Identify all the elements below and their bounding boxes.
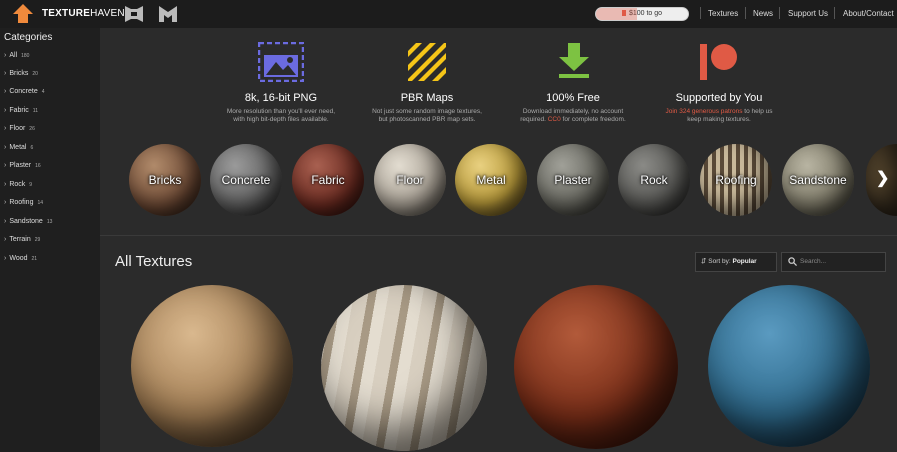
category-label: Rock xyxy=(640,173,668,187)
feature-title: 100% Free xyxy=(546,92,600,104)
section-divider xyxy=(100,235,897,236)
sidebar: Categories › All 180 › Bricks 20 › Concrete 4 … xyxy=(0,28,100,452)
nav-textures[interactable]: Textures xyxy=(708,9,738,18)
sidebar-item-floor[interactable]: › Floor 26 xyxy=(4,125,35,132)
feature-description: Join 324 generous patrons to help us keep… xyxy=(665,108,773,123)
chevron-right-icon: › xyxy=(4,144,7,151)
sidebar-item-fabric[interactable]: › Fabric 11 xyxy=(4,107,38,114)
funding-progress-fill xyxy=(596,8,638,20)
feature-description: Download immediately, no account required… xyxy=(520,108,626,123)
sort-value: Popular xyxy=(732,258,757,265)
category-label: Plaster xyxy=(554,173,592,187)
category-label: Metal xyxy=(476,173,506,187)
sidebar-item-concrete[interactable]: › Concrete 4 xyxy=(4,88,45,95)
chevron-right-icon: › xyxy=(4,181,7,188)
3dmodelhaven-logo-icon[interactable] xyxy=(157,4,179,24)
sort-dropdown[interactable]: ⇵ Sort by: Popular xyxy=(695,252,777,272)
categories-heading: Categories xyxy=(4,32,53,43)
nav-news[interactable]: News xyxy=(753,9,773,18)
feature-resolution: 8k, 16-bit PNG More resolution than you'… xyxy=(206,90,356,124)
chevron-right-icon: › xyxy=(4,107,7,114)
search-input[interactable]: Search... xyxy=(781,252,886,272)
top-bar: TEXTUREHAVEN $100 to go Textures News Su… xyxy=(0,0,897,28)
feature-title: 8k, 16-bit PNG xyxy=(244,92,318,104)
patreon-icon xyxy=(700,44,737,80)
chevron-right-icon: › xyxy=(4,199,7,206)
category-label: Bricks xyxy=(148,173,182,187)
feature-pbr-maps: PBR Maps Not just some random image text… xyxy=(352,90,502,124)
texture-card-wood-planks[interactable] xyxy=(321,285,487,451)
patrons-link[interactable]: Join 324 generous patrons xyxy=(666,108,743,115)
sort-icon: ⇵ xyxy=(701,258,707,265)
funding-goal-bar[interactable]: $100 to go xyxy=(595,7,689,21)
chevron-right-icon: › xyxy=(4,218,7,225)
category-label: Sandstone xyxy=(789,173,847,187)
hdrihaven-logo-icon[interactable] xyxy=(123,4,145,24)
chevron-right-icon: › xyxy=(4,236,7,243)
logo-icon[interactable] xyxy=(12,3,34,25)
sidebar-item-plaster[interactable]: › Plaster 16 xyxy=(4,162,41,169)
sidebar-item-metal[interactable]: › Metal 6 xyxy=(4,144,33,151)
nav-divider xyxy=(745,7,746,19)
nav-divider xyxy=(779,7,780,19)
feature-supported: Supported by You Join 324 generous patro… xyxy=(644,90,794,124)
texture-card-denim[interactable] xyxy=(708,285,870,447)
texture-card-leather[interactable] xyxy=(514,285,678,449)
cc0-link[interactable]: CC0 xyxy=(548,116,561,123)
category-label: Floor xyxy=(396,173,424,187)
search-icon xyxy=(788,257,797,266)
all-textures-heading: All Textures xyxy=(115,253,193,270)
chevron-right-icon: › xyxy=(4,88,7,95)
download-icon xyxy=(559,43,589,78)
category-label: Fabric xyxy=(311,173,345,187)
sidebar-item-sandstone[interactable]: › Sandstone 13 xyxy=(4,218,52,225)
feature-title: PBR Maps xyxy=(400,92,454,104)
feature-description: More resolution than you'll ever need, wi… xyxy=(226,108,336,123)
category-label: Roofing xyxy=(715,173,757,187)
chevron-right-icon[interactable]: ❯ xyxy=(876,168,889,188)
feature-free: 100% Free Download immediately, no accou… xyxy=(498,90,648,124)
feature-description: Not just some random image textures, but … xyxy=(372,108,482,123)
chevron-right-icon: › xyxy=(4,125,7,132)
category-label: Concrete xyxy=(221,173,271,187)
sidebar-item-all[interactable]: › All 180 xyxy=(4,52,29,59)
nav-divider xyxy=(700,7,701,19)
texture-card-wood[interactable] xyxy=(131,285,293,447)
sidebar-item-wood[interactable]: › Wood 21 xyxy=(4,255,37,262)
nav-support-us[interactable]: Support Us xyxy=(788,9,828,18)
stripes-icon xyxy=(408,43,446,81)
nav-divider xyxy=(834,7,835,19)
sidebar-item-rock[interactable]: › Rock 9 xyxy=(4,181,32,188)
feature-title: Supported by You xyxy=(675,92,763,104)
chevron-right-icon: › xyxy=(4,70,7,77)
chevron-right-icon: › xyxy=(4,162,7,169)
brand-name[interactable]: TEXTUREHAVEN xyxy=(42,8,125,19)
image-icon xyxy=(258,42,304,82)
sidebar-item-terrain[interactable]: › Terrain 29 xyxy=(4,236,40,243)
sidebar-item-roofing[interactable]: › Roofing 14 xyxy=(4,199,43,206)
nav-about-contact[interactable]: About/Contact xyxy=(843,9,894,18)
chevron-right-icon: › xyxy=(4,52,7,59)
sidebar-item-bricks[interactable]: › Bricks 20 xyxy=(4,70,38,77)
search-placeholder: Search... xyxy=(800,258,827,265)
chevron-right-icon: › xyxy=(4,255,7,262)
